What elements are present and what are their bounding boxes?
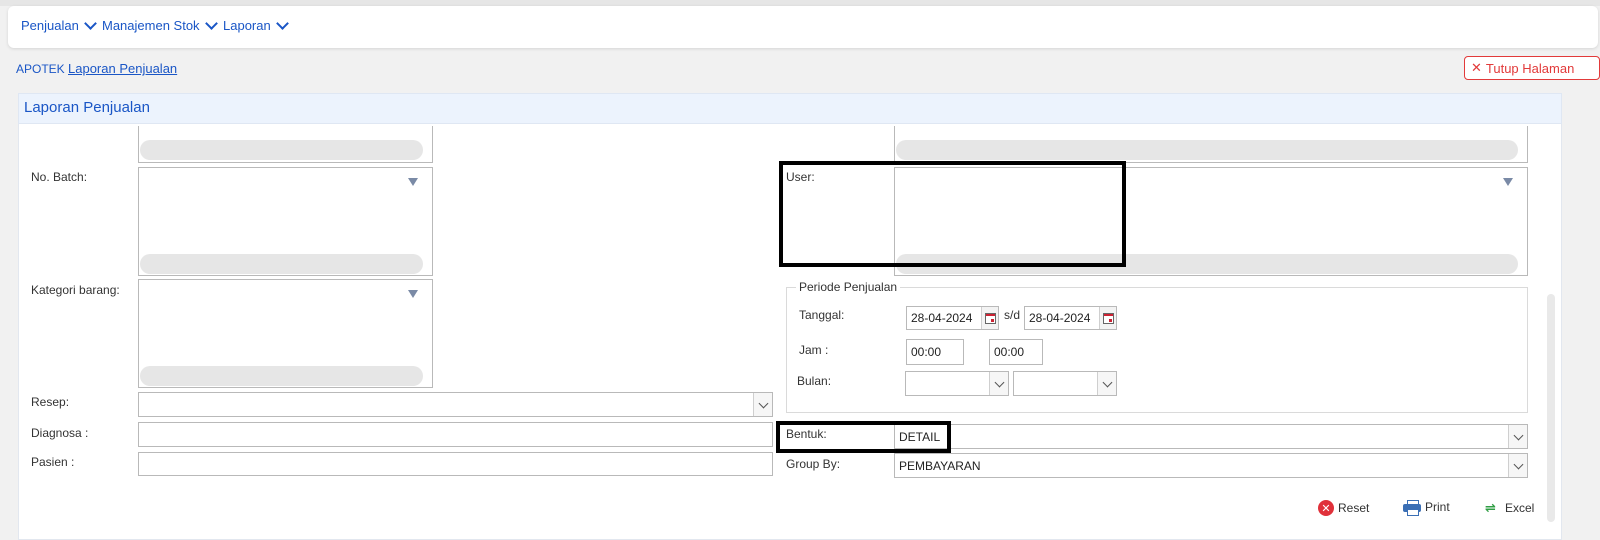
listbox-top-left[interactable] bbox=[138, 126, 433, 163]
close-page-label: Tutup Halaman bbox=[1485, 60, 1575, 76]
chevron-down-icon bbox=[758, 398, 768, 408]
resep-select[interactable] bbox=[138, 392, 773, 417]
excel-button[interactable]: ⇌ Excel bbox=[1485, 500, 1534, 516]
pasien-input[interactable] bbox=[138, 452, 773, 476]
diagnosa-label: Diagnosa : bbox=[31, 426, 89, 440]
calendar-button[interactable] bbox=[1099, 307, 1116, 329]
bulan-label: Bulan: bbox=[797, 374, 832, 388]
tanggal-to-value: 28-04-2024 bbox=[1029, 311, 1091, 325]
jam-label: Jam : bbox=[799, 343, 829, 357]
bulan-month-select[interactable] bbox=[905, 371, 1009, 396]
groupby-select[interactable]: PEMBAYARAN bbox=[894, 453, 1528, 478]
jam-to-value: 00:00 bbox=[994, 345, 1025, 359]
panel-title: Laporan Penjualan bbox=[24, 99, 150, 116]
kategori-label: Kategori barang: bbox=[31, 283, 120, 297]
chevron-down-icon bbox=[204, 17, 218, 30]
breadcrumb-root[interactable]: APOTEK bbox=[16, 62, 65, 76]
chevron-down-icon bbox=[275, 17, 289, 30]
periode-fieldset bbox=[786, 287, 1528, 413]
calendar-button[interactable] bbox=[981, 307, 998, 329]
groupby-value: PEMBAYARAN bbox=[899, 458, 981, 473]
excel-label: Excel bbox=[1505, 501, 1535, 515]
print-label: Print bbox=[1425, 500, 1450, 514]
filter-triangle-icon[interactable] bbox=[1503, 178, 1513, 186]
horizontal-scrollbar[interactable] bbox=[140, 366, 423, 386]
nav-item-penjualan[interactable]: Penjualan bbox=[21, 17, 97, 33]
no-batch-label: No. Batch: bbox=[31, 170, 88, 184]
chevron-down-icon bbox=[83, 17, 97, 30]
chevron-down-icon bbox=[1513, 459, 1523, 469]
tanggal-from-value: 28-04-2024 bbox=[911, 311, 973, 325]
highlight-box-bentuk bbox=[776, 421, 951, 453]
nav-label: Laporan bbox=[223, 18, 271, 33]
dropdown-button[interactable] bbox=[753, 393, 772, 416]
dropdown-button[interactable] bbox=[989, 372, 1008, 395]
close-page-button[interactable]: ✕ Tutup Halaman bbox=[1464, 56, 1600, 80]
nav-label: Penjualan bbox=[21, 18, 79, 33]
reset-button[interactable]: ✕ Reset bbox=[1318, 500, 1369, 516]
printer-icon bbox=[1403, 500, 1421, 516]
close-icon: ✕ bbox=[1471, 60, 1482, 75]
calendar-icon bbox=[1102, 312, 1114, 324]
jam-to-input[interactable]: 00:00 bbox=[989, 339, 1043, 365]
no-batch-listbox[interactable] bbox=[138, 167, 433, 276]
breadcrumb-current[interactable]: Laporan Penjualan bbox=[68, 61, 177, 76]
calendar-icon bbox=[984, 312, 996, 324]
panel-header bbox=[18, 93, 1562, 124]
reset-label: Reset bbox=[1338, 501, 1370, 515]
chevron-down-icon bbox=[994, 377, 1004, 387]
chevron-down-icon bbox=[1513, 430, 1523, 440]
tanggal-from-input[interactable]: 28-04-2024 bbox=[906, 306, 999, 330]
periode-legend: Periode Penjualan bbox=[796, 280, 901, 294]
nav-item-manajemen-stok[interactable]: Manajemen Stok bbox=[102, 17, 218, 33]
horizontal-scrollbar[interactable] bbox=[896, 140, 1518, 160]
jam-from-input[interactable]: 00:00 bbox=[906, 339, 964, 365]
sd-label: s/d bbox=[1004, 308, 1021, 322]
highlight-box-user bbox=[779, 161, 1126, 267]
reset-icon: ✕ bbox=[1318, 500, 1334, 516]
bulan-year-select[interactable] bbox=[1013, 371, 1117, 396]
groupby-label: Group By: bbox=[786, 457, 841, 471]
bentuk-select[interactable]: DETAIL bbox=[894, 424, 1528, 449]
dropdown-button[interactable] bbox=[1508, 454, 1527, 477]
print-button[interactable]: Print bbox=[1403, 500, 1450, 516]
tanggal-to-input[interactable]: 28-04-2024 bbox=[1024, 306, 1117, 330]
filter-triangle-icon[interactable] bbox=[408, 290, 418, 298]
jam-from-value: 00:00 bbox=[911, 345, 942, 359]
kategori-listbox[interactable] bbox=[138, 279, 433, 388]
chevron-down-icon bbox=[1102, 377, 1112, 387]
dropdown-button[interactable] bbox=[1097, 372, 1116, 395]
diagnosa-input[interactable] bbox=[138, 422, 773, 447]
nav-item-laporan[interactable]: Laporan bbox=[223, 17, 289, 33]
horizontal-scrollbar[interactable] bbox=[140, 254, 423, 274]
nav-label: Manajemen Stok bbox=[102, 18, 200, 33]
excel-icon: ⇌ bbox=[1485, 500, 1496, 515]
horizontal-scrollbar[interactable] bbox=[140, 140, 423, 160]
vertical-scrollbar[interactable] bbox=[1547, 294, 1555, 522]
pasien-label: Pasien : bbox=[31, 455, 75, 469]
dropdown-button[interactable] bbox=[1508, 425, 1527, 448]
resep-label: Resep: bbox=[31, 395, 70, 409]
listbox-top-right[interactable] bbox=[894, 126, 1528, 163]
tanggal-label: Tanggal: bbox=[799, 308, 845, 322]
filter-triangle-icon[interactable] bbox=[408, 178, 418, 186]
